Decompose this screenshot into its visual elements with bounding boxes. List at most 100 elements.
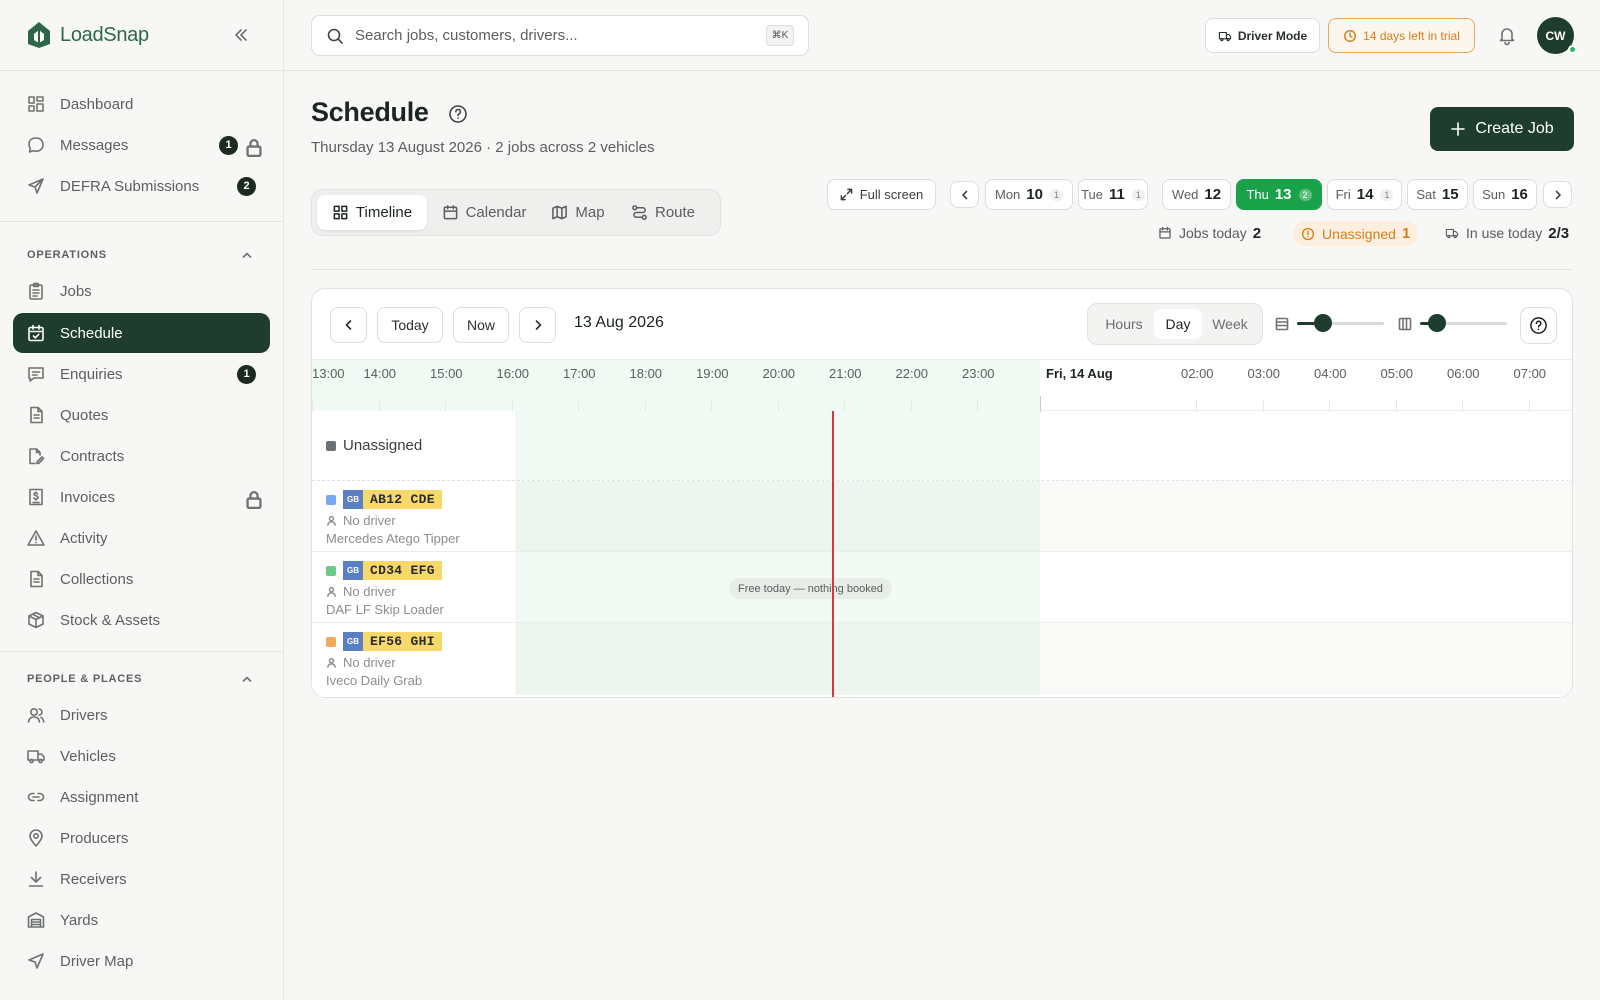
help-icon: [1529, 316, 1548, 335]
row-vehicle[interactable]: Free today — nothing booked GB CD34 EFG N…: [312, 552, 1572, 623]
search-shortcut: ⌘K: [766, 25, 794, 46]
hour-label: 19:00: [696, 366, 729, 381]
day-button-sat[interactable]: Sat 15: [1407, 179, 1468, 210]
now-button[interactable]: Now: [453, 307, 509, 343]
stat-value: 1: [1401, 225, 1411, 242]
nav-messages[interactable]: Messages 1: [13, 125, 270, 165]
calendar-icon: [1158, 226, 1172, 240]
tab-label: Route: [654, 204, 696, 221]
hour-label: 23:00: [962, 366, 995, 381]
create-job-button[interactable]: Create Job: [1430, 107, 1574, 151]
fullscreen-label: Full screen: [859, 187, 924, 202]
hour-label: 05:00: [1380, 366, 1414, 381]
lane: [517, 411, 1572, 480]
nav-label: Messages: [60, 136, 129, 154]
next-day-button[interactable]: [519, 307, 556, 343]
row-zoom-knob[interactable]: [1314, 314, 1332, 332]
day-dow: Mon: [995, 187, 1021, 202]
nav-schedule[interactable]: Schedule: [13, 313, 270, 353]
prev-day-button[interactable]: [330, 307, 367, 343]
nav-label: Vehicles: [60, 747, 116, 765]
tab-route[interactable]: Route: [621, 195, 705, 230]
timeline-help-button[interactable]: [1520, 307, 1557, 344]
truck-icon: [26, 746, 46, 766]
chevron-up-icon[interactable]: [240, 672, 254, 686]
day-button-thu[interactable]: Thu 13 2: [1236, 179, 1322, 210]
hour-label: 17:00: [563, 366, 596, 381]
nav-contracts[interactable]: Contracts: [13, 436, 270, 476]
mode-day[interactable]: Day: [1154, 309, 1202, 339]
lane: [517, 481, 1572, 551]
column-zoom-knob[interactable]: [1428, 314, 1446, 332]
plate-reg: CD34 EFG: [363, 561, 442, 580]
prev-week-button[interactable]: [950, 181, 979, 208]
driver-mode-label: Driver Mode: [1237, 28, 1308, 43]
mode-hours[interactable]: Hours: [1093, 309, 1155, 339]
nav-vehicles[interactable]: Vehicles: [13, 736, 270, 776]
nav-activity[interactable]: Activity: [13, 518, 270, 558]
next-day-label: Fri, 14 Aug: [1046, 366, 1113, 381]
nav-label: Enquiries: [60, 365, 123, 383]
day-button-tue[interactable]: Tue 11 1: [1078, 179, 1148, 210]
tab-calendar[interactable]: Calendar: [432, 195, 536, 230]
fullscreen-button[interactable]: Full screen: [827, 179, 936, 210]
send-icon: [26, 176, 46, 196]
row-vehicle[interactable]: GB AB12 CDE No driver Mercedes Atego Tipp…: [312, 481, 1572, 552]
nav-producers[interactable]: Producers: [13, 818, 270, 858]
tab-timeline[interactable]: Timeline: [317, 195, 427, 230]
nav-quotes[interactable]: Quotes: [13, 395, 270, 435]
day-button-fri[interactable]: Fri 14 1: [1327, 179, 1402, 210]
hour-label: 04:00: [1314, 366, 1347, 381]
calendar-check-icon: [26, 323, 46, 343]
nav-drivers[interactable]: Drivers: [13, 695, 270, 735]
section-title-operations: OPERATIONS: [27, 249, 107, 261]
nav-jobs[interactable]: Jobs: [13, 271, 270, 311]
user-icon: [326, 657, 337, 668]
day-button-mon[interactable]: Mon 10 1: [985, 179, 1073, 210]
trial-badge-button[interactable]: 14 days left in trial: [1328, 18, 1475, 53]
nav-label: Stock & Assets: [60, 611, 161, 629]
warning-icon: [26, 528, 46, 548]
nav-yards[interactable]: Yards: [13, 900, 270, 940]
hour-label: 16:00: [496, 366, 530, 381]
today-button[interactable]: Today: [377, 307, 443, 343]
row-vehicle[interactable]: GB EF56 GHI No driver Iveco Daily Grab: [312, 623, 1572, 695]
bell-icon[interactable]: [1496, 24, 1518, 46]
page-subtitle: Thursday 13 August 2026 · 2 jobs across …: [311, 139, 655, 156]
mode-week[interactable]: Week: [1202, 309, 1258, 339]
row-unassigned[interactable]: Unassigned: [312, 411, 1572, 481]
stat-unassigned[interactable]: Unassigned 1: [1293, 221, 1419, 246]
nav-collections[interactable]: Collections: [13, 559, 270, 599]
nav-stock-assets[interactable]: Stock & Assets: [13, 600, 270, 640]
users-icon: [26, 705, 46, 725]
nav-enquiries[interactable]: Enquiries 1: [13, 354, 270, 394]
create-job-label: Create Job: [1475, 120, 1554, 137]
next-week-button[interactable]: [1543, 181, 1572, 208]
day-num: 12: [1204, 186, 1222, 203]
help-icon[interactable]: [448, 104, 468, 124]
search-input[interactable]: Search jobs, customers, drivers... ⌘K: [311, 15, 809, 56]
day-dow: Sun: [1482, 187, 1506, 202]
nav-invoices[interactable]: Invoices: [13, 477, 270, 517]
hour-label: 03:00: [1247, 366, 1281, 381]
license-plate: GB EF56 GHI: [343, 632, 442, 651]
today-shade: [517, 481, 1040, 551]
driver-mode-button[interactable]: Driver Mode: [1205, 18, 1320, 53]
nav-receivers[interactable]: Receivers: [13, 859, 270, 899]
logo-icon: [22, 18, 56, 52]
search-icon: [326, 27, 344, 45]
nav-dashboard[interactable]: Dashboard: [13, 84, 270, 124]
hour-label: 15:00: [430, 366, 463, 381]
stat-in-use: In use today 2/3: [1445, 223, 1569, 243]
nav-driver-map[interactable]: Driver Map: [13, 941, 270, 981]
tab-map[interactable]: Map: [541, 195, 615, 230]
chevron-up-icon[interactable]: [240, 248, 254, 262]
plate-reg: EF56 GHI: [363, 632, 442, 651]
nav-assignment[interactable]: Assignment: [13, 777, 270, 817]
unassigned-swatch: [326, 441, 336, 451]
nav-label: Producers: [60, 829, 129, 847]
collapse-sidebar-icon[interactable]: [231, 25, 251, 45]
day-button-sun[interactable]: Sun 16: [1473, 179, 1537, 210]
day-button-wed[interactable]: Wed 12: [1162, 179, 1231, 210]
nav-defra-submissions[interactable]: DEFRA Submissions 2: [13, 166, 270, 206]
